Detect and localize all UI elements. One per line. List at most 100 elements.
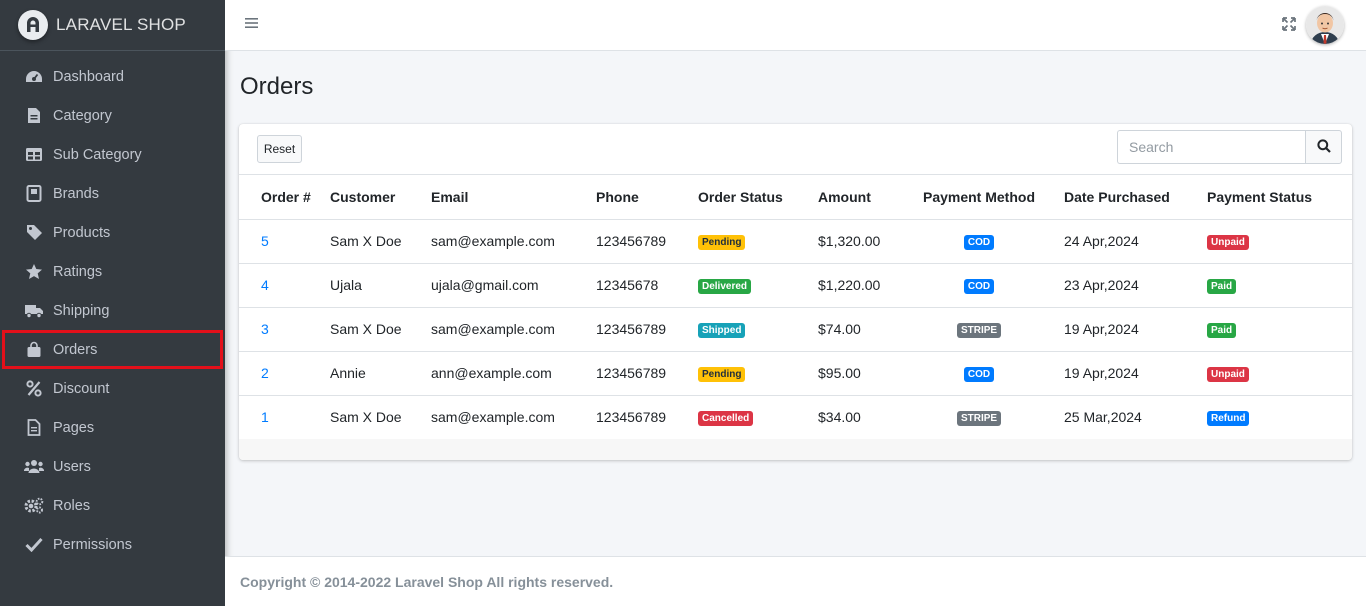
payment-method-badge: STRIPE (956, 323, 1002, 338)
sidebar-item-label: Permissions (53, 536, 132, 553)
orders-table: Order # Customer Email Phone Order Statu… (239, 175, 1352, 439)
order-status-badge: Cancelled (698, 411, 754, 427)
copyright-text: Copyright © 2014-2022 Laravel Shop All r… (240, 574, 614, 590)
sidebar-item-permissions[interactable]: Permissions (2, 525, 223, 564)
table-row: 2 Annie ann@example.com 123456789 Pendin… (239, 351, 1352, 396)
email-cell: sam@example.com (431, 219, 596, 264)
column-header[interactable]: Date Purchased (1064, 175, 1207, 220)
cogs-icon (24, 496, 44, 516)
email-cell: sam@example.com (431, 409, 555, 426)
sidebar-item-label: Users (53, 458, 91, 475)
payment-method-badge: COD (963, 235, 995, 250)
customer-cell: Sam X Doe (330, 409, 402, 426)
date-cell: 19 Apr,2024 (1064, 307, 1207, 352)
customer-cell: Sam X Doe (330, 219, 431, 264)
payment-status-badge: Paid (1207, 279, 1237, 294)
date-cell: 19 Apr,2024 (1064, 351, 1207, 396)
top-navbar (225, 0, 1366, 51)
sidebar-item-users[interactable]: Users (2, 447, 223, 486)
card-header: Reset (239, 124, 1352, 175)
user-avatar[interactable] (1306, 6, 1344, 44)
amount-cell: $1,320.00 (818, 219, 911, 264)
table-row: 1 Sam X Doe sam@example.com 123456789 Ca… (239, 395, 1352, 439)
reset-button[interactable]: Reset (257, 135, 302, 163)
amount-cell: $34.00 (818, 409, 861, 426)
phone-cell: 123456789 (596, 351, 698, 396)
column-header[interactable]: Payment Status (1207, 175, 1352, 220)
payment-status-badge: Unpaid (1207, 235, 1249, 250)
sidebar-item-label: Brands (53, 185, 99, 202)
email-cell: ann@example.com (431, 351, 596, 396)
search-icon (1316, 138, 1331, 156)
column-header[interactable]: Email (431, 175, 596, 220)
sidebar-item-pages[interactable]: Pages (2, 408, 223, 447)
order-status-badge: Pending (698, 367, 746, 382)
search-button[interactable] (1305, 130, 1342, 164)
sidebar-item-label: Roles (53, 497, 91, 514)
email-cell: ujala@gmail.com (431, 263, 596, 308)
sidebar-item-label: Ratings (53, 263, 103, 280)
search-input[interactable] (1117, 130, 1305, 164)
table-row: 3 Sam X Doe sam@example.com 123456789 Sh… (239, 307, 1352, 352)
sidebar-item-sub-category[interactable]: Sub Category (2, 135, 223, 174)
sidebar-item-brands[interactable]: Brands (2, 174, 223, 213)
sidebar-item-discount[interactable]: Discount (2, 369, 223, 408)
order-link[interactable]: 2 (261, 365, 269, 381)
date-cell: 24 Apr,2024 (1064, 219, 1207, 264)
file-alt-icon (24, 418, 44, 438)
amount-cell: $95.00 (818, 351, 911, 396)
payment-status-badge: Unpaid (1207, 367, 1249, 382)
table-header-row: Order # Customer Email Phone Order Statu… (239, 175, 1352, 220)
tag-icon (24, 223, 44, 243)
book-icon (24, 184, 44, 204)
sidebar-item-dashboard[interactable]: Dashboard (2, 57, 223, 96)
sidebar-item-label: Discount (53, 380, 110, 397)
phone-cell: 123456789 (596, 409, 667, 426)
brand-link[interactable]: LARAVEL SHOP (0, 0, 225, 51)
orders-card: Reset Order # Customer Email Phone Order… (239, 124, 1352, 460)
laravel-logo-icon (18, 10, 48, 40)
column-header[interactable]: Order # (239, 175, 330, 220)
sidebar-item-label: Sub Category (53, 146, 142, 163)
sidebar-item-shipping[interactable]: Shipping (2, 291, 223, 330)
payment-status-badge: Paid (1207, 323, 1237, 338)
sidebar-item-roles[interactable]: Roles (2, 486, 223, 525)
sidebar-item-products[interactable]: Products (2, 213, 223, 252)
column-header[interactable]: Order Status (698, 175, 818, 220)
page-title: Orders (240, 73, 314, 100)
order-link[interactable]: 4 (261, 277, 269, 293)
sidebar-item-orders[interactable]: Orders (2, 330, 223, 369)
brand-name: LARAVEL SHOP (56, 15, 186, 34)
order-status-badge: Delivered (698, 279, 752, 294)
shopping-bag-icon (24, 340, 44, 360)
order-link[interactable]: 3 (261, 321, 269, 337)
fullscreen-icon[interactable] (1282, 17, 1296, 31)
table-icon (24, 145, 44, 165)
search-group (1117, 130, 1342, 164)
file-icon (24, 106, 44, 126)
table-row: 5 Sam X Doe sam@example.com 123456789 Pe… (239, 219, 1352, 264)
sidebar-item-label: Pages (53, 419, 95, 436)
customer-cell: Ujala (330, 263, 431, 308)
column-header[interactable]: Phone (596, 175, 698, 220)
sidebar-item-label: Products (53, 224, 111, 241)
date-cell: 23 Apr,2024 (1064, 263, 1207, 308)
date-cell: 25 Mar,2024 (1064, 409, 1142, 426)
order-status-badge: Pending (698, 235, 746, 250)
truck-icon (24, 301, 44, 321)
column-header[interactable]: Customer (330, 175, 431, 220)
sidebar-item-category[interactable]: Category (2, 96, 223, 135)
sidebar-item-label: Orders (53, 341, 98, 358)
column-header[interactable]: Payment Method (911, 175, 1064, 220)
order-link[interactable]: 5 (261, 233, 269, 249)
check-icon (24, 535, 44, 555)
page-footer: Copyright © 2014-2022 Laravel Shop All r… (225, 556, 1366, 606)
sidebar-item-label: Dashboard (53, 68, 124, 85)
sidebar-item-ratings[interactable]: Ratings (2, 252, 223, 291)
amount-cell: $74.00 (818, 307, 911, 352)
payment-method-badge: COD (963, 367, 995, 382)
column-header[interactable]: Amount (818, 175, 911, 220)
menu-toggle-icon[interactable] (245, 16, 261, 32)
order-link[interactable]: 1 (261, 409, 269, 425)
phone-cell: 12345678 (596, 263, 698, 308)
